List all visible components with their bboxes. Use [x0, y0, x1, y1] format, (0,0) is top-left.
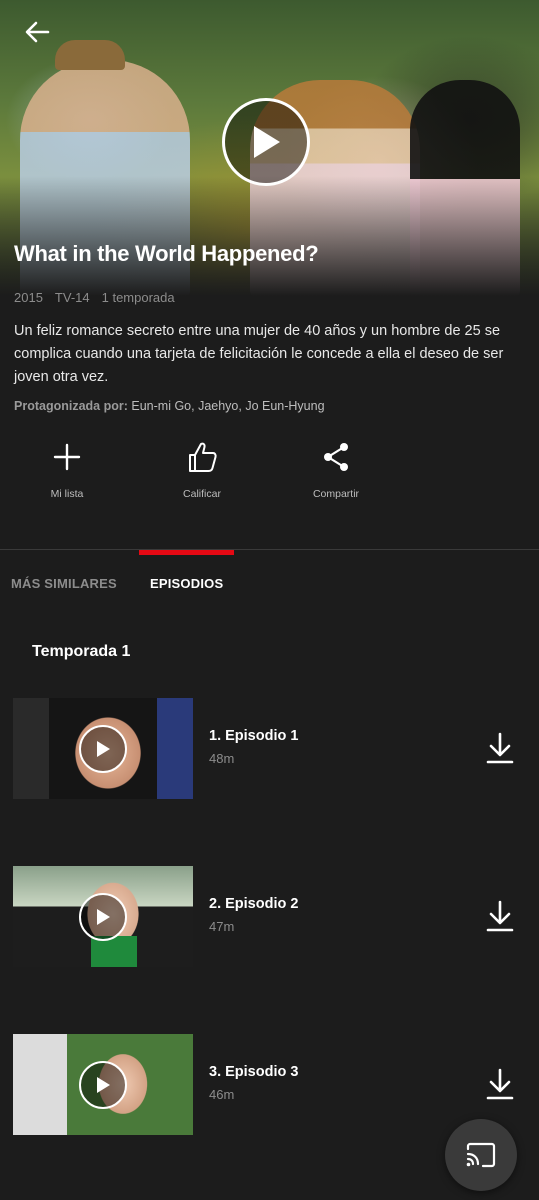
- show-rating: TV-14: [54, 290, 90, 305]
- episode-play-button[interactable]: [79, 725, 127, 773]
- cast-label: Protagonizada por:: [14, 399, 128, 413]
- cast-line: Protagonizada por: Eun-mi Go, Jaehyo, Jo…: [14, 399, 325, 413]
- play-icon: [97, 1077, 110, 1093]
- episode-row[interactable]: 2. Episodio 2 47m: [0, 866, 539, 968]
- cast-button[interactable]: [445, 1119, 517, 1191]
- episode-title: 3. Episodio 3: [209, 1064, 299, 1080]
- episode-download-button[interactable]: [484, 899, 516, 933]
- cast-names: Eun-mi Go, Jaehyo, Jo Eun-Hyung: [131, 399, 325, 413]
- episode-play-button[interactable]: [79, 1061, 127, 1109]
- share-label: Compartir: [312, 488, 360, 500]
- episode-thumbnail[interactable]: [13, 698, 193, 799]
- tab-episodes[interactable]: EPISODIOS: [150, 576, 223, 591]
- show-seasons: 1 temporada: [101, 290, 175, 305]
- play-icon: [254, 126, 280, 158]
- hero-figure-hat: [55, 40, 125, 70]
- my-list-button[interactable]: Mi lista: [12, 440, 122, 500]
- back-button[interactable]: [22, 18, 52, 46]
- episode-thumbnail[interactable]: [13, 1034, 193, 1135]
- episode-row[interactable]: 1. Episodio 1 48m: [0, 698, 539, 800]
- episode-thumbnail[interactable]: [13, 866, 193, 967]
- hero-fade: [0, 176, 539, 296]
- play-icon: [97, 909, 110, 925]
- cast-icon: [466, 1142, 496, 1168]
- arrow-left-icon: [25, 21, 50, 43]
- tabs-divider: [0, 549, 539, 550]
- rate-button[interactable]: Calificar: [147, 440, 257, 500]
- episode-row[interactable]: 3. Episodio 3 46m: [0, 1034, 539, 1136]
- rate-label: Calificar: [183, 488, 221, 500]
- show-title: What in the World Happened?: [14, 241, 319, 266]
- episode-download-button[interactable]: [484, 1067, 516, 1101]
- share-icon: [319, 440, 353, 474]
- thumbs-up-icon: [185, 440, 219, 474]
- episode-title: 2. Episodio 2: [209, 896, 299, 912]
- episode-title: 1. Episodio 1: [209, 728, 299, 744]
- show-meta: 2015 TV-14 1 temporada: [14, 290, 175, 305]
- my-list-label: Mi lista: [50, 488, 84, 500]
- hero-play-button[interactable]: [222, 98, 310, 186]
- episode-play-button[interactable]: [79, 893, 127, 941]
- download-icon: [486, 732, 514, 764]
- plus-icon: [50, 440, 84, 474]
- download-icon: [486, 900, 514, 932]
- show-description: Un feliz romance secreto entre una mujer…: [14, 323, 504, 385]
- active-tab-indicator: [139, 550, 234, 555]
- share-button[interactable]: Compartir: [281, 440, 391, 500]
- episode-duration: 46m: [209, 1087, 235, 1102]
- episode-duration: 48m: [209, 751, 235, 766]
- show-year: 2015: [14, 290, 43, 305]
- episode-duration: 47m: [209, 919, 235, 934]
- download-icon: [486, 1068, 514, 1100]
- tab-more-like-this[interactable]: MÁS SIMILARES: [11, 576, 117, 591]
- action-bar: Mi lista Calificar Compartir: [0, 440, 539, 510]
- season-selector[interactable]: Temporada 1: [32, 643, 130, 661]
- episode-download-button[interactable]: [484, 731, 516, 765]
- play-icon: [97, 741, 110, 757]
